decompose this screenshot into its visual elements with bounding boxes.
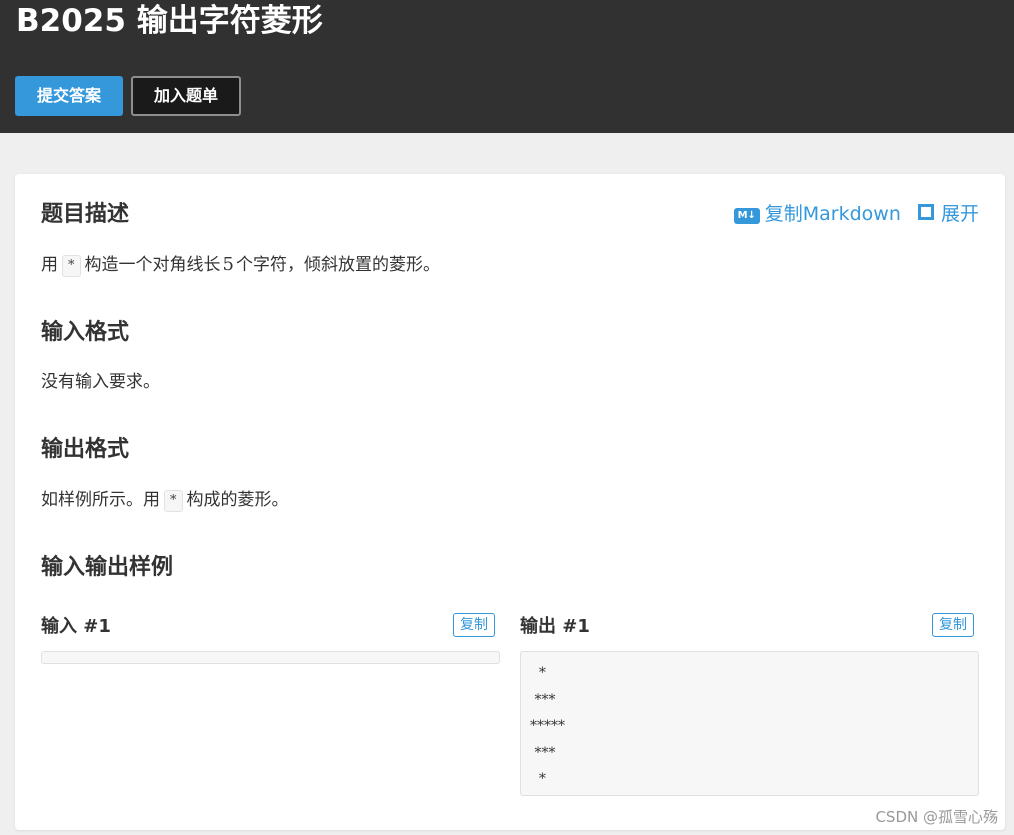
samples-heading: 输入输出样例 bbox=[41, 555, 174, 580]
output-format-heading: 输出格式 bbox=[41, 437, 130, 462]
description-number: 5 bbox=[222, 254, 234, 275]
copy-markdown-label: 复制Markdown bbox=[764, 203, 901, 225]
markdown-icon: M↓ bbox=[733, 208, 760, 224]
problem-title: B2025 输出字符菱形 bbox=[16, 3, 323, 39]
problem-header: B2025 输出字符菱形 提交答案 加入题单 bbox=[0, 0, 1014, 133]
output-format-code: * bbox=[164, 490, 183, 512]
input-sample-box[interactable] bbox=[41, 651, 500, 664]
input-sample-label: 输入 #1 bbox=[41, 616, 111, 637]
description-middle: 构造一个对角线长 bbox=[84, 255, 221, 275]
submit-answer-button[interactable]: 提交答案 bbox=[15, 76, 123, 116]
expand-label: 展开 bbox=[940, 203, 979, 225]
copy-output-button[interactable]: 复制 bbox=[932, 613, 974, 637]
problem-card: M↓ 复制Markdown 展开 题目描述 用 * 构造一个对角线长 5 个字符，倾斜放置… bbox=[15, 174, 1005, 830]
description-text: 用 * 构造一个对角线长 5 个字符，倾斜放置的菱形。 bbox=[41, 252, 440, 278]
card-actions: M↓ 复制Markdown 展开 bbox=[722, 201, 979, 227]
copy-markdown-link[interactable]: M↓ 复制Markdown bbox=[733, 201, 901, 227]
csdn-watermark: CSDN @孤雪心殇 bbox=[875, 808, 998, 826]
output-format-text: 如样例所示。用 * 构成的菱形。 bbox=[41, 487, 289, 513]
output-sample-label: 输出 #1 bbox=[520, 616, 590, 637]
input-format-heading: 输入格式 bbox=[41, 320, 130, 345]
expand-icon bbox=[917, 204, 934, 220]
add-to-list-button[interactable]: 加入题单 bbox=[131, 76, 241, 116]
description-prefix: 用 bbox=[41, 255, 58, 275]
output-format-prefix: 如样例所示。用 bbox=[41, 490, 160, 510]
copy-input-button[interactable]: 复制 bbox=[453, 613, 495, 637]
input-format-text: 没有输入要求。 bbox=[41, 372, 160, 392]
description-suffix: 个字符，倾斜放置的菱形。 bbox=[235, 255, 440, 275]
description-code: * bbox=[62, 255, 81, 277]
description-heading: 题目描述 bbox=[41, 202, 130, 227]
output-format-suffix: 构成的菱形。 bbox=[186, 490, 289, 510]
output-sample-box[interactable]: * *** ***** *** * bbox=[520, 651, 979, 796]
expand-link[interactable]: 展开 bbox=[917, 201, 979, 227]
